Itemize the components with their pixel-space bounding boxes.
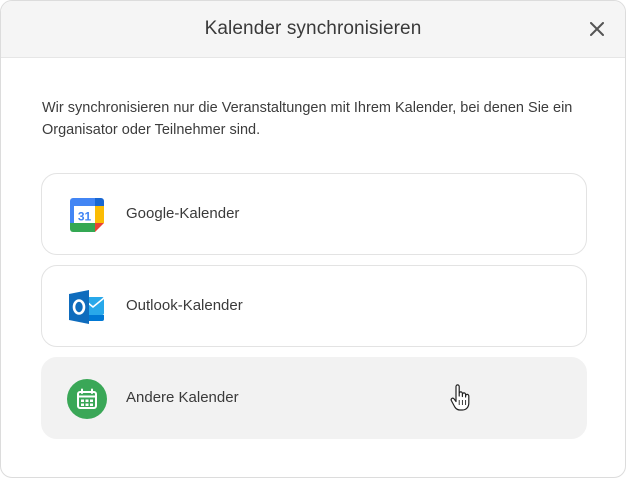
google-calendar-icon: 31 xyxy=(70,198,104,232)
sync-calendar-dialog: Kalender synchronisieren Wir synchronisi… xyxy=(0,0,626,478)
hand-pointer-cursor-icon xyxy=(450,384,470,411)
google-calendar-day: 31 xyxy=(78,210,92,224)
intro-text: Wir synchronisieren nur die Veranstaltun… xyxy=(42,100,573,138)
dialog-header: Kalender synchronisieren xyxy=(1,1,625,58)
other-calendar-option[interactable]: Andere Kalender xyxy=(41,357,587,439)
calendar-icon xyxy=(67,379,107,419)
google-calendar-option[interactable]: 31 Google-Kalender xyxy=(41,173,587,255)
close-button[interactable] xyxy=(585,17,609,41)
outlook-calendar-option[interactable]: Outlook-Kalender xyxy=(41,265,587,347)
other-calendar-label: Andere Kalender xyxy=(126,389,239,406)
close-icon xyxy=(590,22,604,36)
outlook-icon xyxy=(69,290,105,324)
dialog-title: Kalender synchronisieren xyxy=(204,18,422,39)
google-calendar-label: Google-Kalender xyxy=(126,205,240,222)
outlook-calendar-label: Outlook-Kalender xyxy=(126,297,243,314)
